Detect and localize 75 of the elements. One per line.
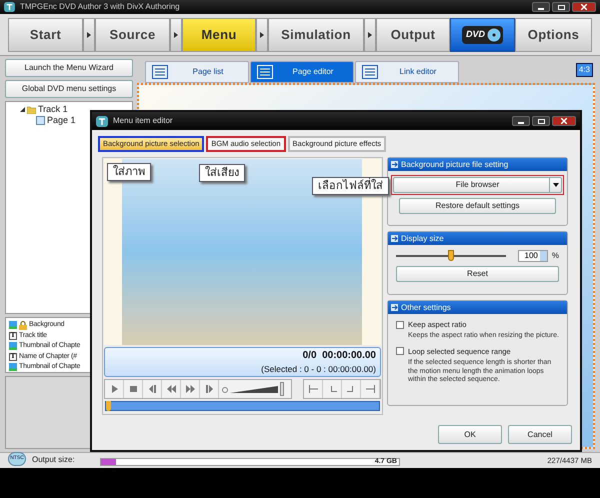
play-icon bbox=[110, 385, 118, 393]
tree-item[interactable]: Track 1 bbox=[38, 102, 68, 116]
expand-arrow-icon[interactable] bbox=[391, 235, 398, 242]
callout-label: เลือกไฟล์ที่ใส่ bbox=[312, 177, 389, 195]
arrow-icon bbox=[260, 32, 264, 38]
unit-label: % bbox=[552, 250, 559, 262]
section-header: Background picture file setting bbox=[388, 158, 567, 171]
selected-range: (Selected : 0 - 0 : 00:00:00.00) bbox=[261, 363, 376, 376]
dvd-logo[interactable]: DVD bbox=[450, 18, 515, 52]
close-icon bbox=[581, 4, 587, 10]
close-button[interactable] bbox=[572, 2, 596, 12]
size-field[interactable]: 100 bbox=[518, 250, 548, 262]
list-icon bbox=[257, 65, 273, 79]
aspect-ratio-badge[interactable]: 4:3 bbox=[576, 63, 593, 77]
ok-button[interactable]: OK bbox=[438, 425, 502, 444]
checkbox[interactable] bbox=[396, 320, 404, 329]
output-size-label: Output size: bbox=[32, 454, 76, 466]
step-forward-icon bbox=[204, 385, 214, 393]
picture-layer-icon bbox=[9, 342, 17, 350]
step-tab[interactable]: Source bbox=[95, 18, 170, 52]
rewind-icon bbox=[166, 385, 176, 393]
step-tab[interactable]: Simulation bbox=[268, 18, 364, 52]
section-header: Other settings bbox=[388, 301, 567, 314]
callout-label: ใส่เสียง bbox=[199, 164, 245, 182]
minimize-button[interactable] bbox=[512, 116, 530, 126]
list-icon bbox=[152, 65, 168, 79]
file-browser-dropdown[interactable]: File browser bbox=[393, 177, 562, 193]
folder-icon bbox=[27, 106, 36, 114]
cut-end-icon bbox=[346, 385, 356, 393]
callout-label: ใส่ภาพ bbox=[107, 163, 151, 181]
seek-thumb[interactable] bbox=[106, 401, 111, 411]
picture-layer-icon bbox=[9, 363, 17, 372]
editor-tab[interactable]: Page editor bbox=[250, 61, 354, 83]
mark-start-icon bbox=[308, 385, 318, 393]
window-title: TMPGEnc DVD Author 3 with DivX Authoring bbox=[20, 1, 180, 13]
volume-thumb[interactable] bbox=[280, 382, 284, 396]
arrow-icon bbox=[368, 32, 372, 38]
expand-icon[interactable] bbox=[20, 107, 25, 112]
tree-item[interactable]: Page 1 bbox=[47, 114, 76, 128]
app-icon bbox=[96, 116, 108, 126]
picture-layer-icon bbox=[9, 321, 17, 330]
reset-button[interactable]: Reset bbox=[396, 266, 559, 282]
arrow-icon bbox=[87, 32, 91, 38]
mark-end-icon bbox=[366, 385, 374, 393]
editor-tab[interactable]: Link editor bbox=[355, 61, 459, 83]
fast-forward-icon bbox=[186, 385, 194, 393]
size-slider[interactable] bbox=[396, 249, 506, 263]
close-button[interactable] bbox=[552, 116, 576, 126]
step-tab[interactable]: Output bbox=[376, 18, 450, 52]
dialog-title: Menu item editor bbox=[113, 115, 173, 127]
step-tab[interactable]: Menu bbox=[182, 18, 256, 52]
slider-thumb[interactable] bbox=[448, 250, 454, 261]
expand-arrow-icon[interactable] bbox=[391, 161, 398, 168]
step-tab[interactable]: Start bbox=[8, 18, 83, 52]
editor-tab[interactable]: Page list bbox=[145, 61, 249, 83]
list-icon bbox=[362, 65, 378, 79]
step-back-icon bbox=[148, 385, 156, 393]
maximize-button[interactable] bbox=[552, 2, 570, 12]
dropdown-caret-icon bbox=[552, 183, 558, 187]
expand-arrow-icon[interactable] bbox=[391, 304, 398, 311]
app-icon bbox=[4, 2, 15, 12]
stop-icon bbox=[128, 385, 138, 393]
cancel-button[interactable]: Cancel bbox=[508, 425, 572, 444]
time-counter: 0/0 00:00:00.00 bbox=[302, 349, 376, 364]
checkbox[interactable] bbox=[396, 347, 404, 356]
step-tab[interactable]: Options bbox=[515, 18, 592, 52]
close-icon bbox=[561, 118, 567, 124]
restore-defaults-button[interactable]: Restore default settings bbox=[399, 198, 556, 214]
menu-wizard-button[interactable]: Launch the Menu Wizard bbox=[5, 59, 133, 77]
maximize-button[interactable] bbox=[532, 116, 550, 126]
section-header: Display size bbox=[388, 232, 567, 245]
arrow-icon bbox=[174, 32, 178, 38]
page-icon bbox=[36, 116, 45, 125]
global-settings-button[interactable]: Global DVD menu settings bbox=[5, 80, 133, 98]
minimize-button[interactable] bbox=[532, 2, 550, 12]
